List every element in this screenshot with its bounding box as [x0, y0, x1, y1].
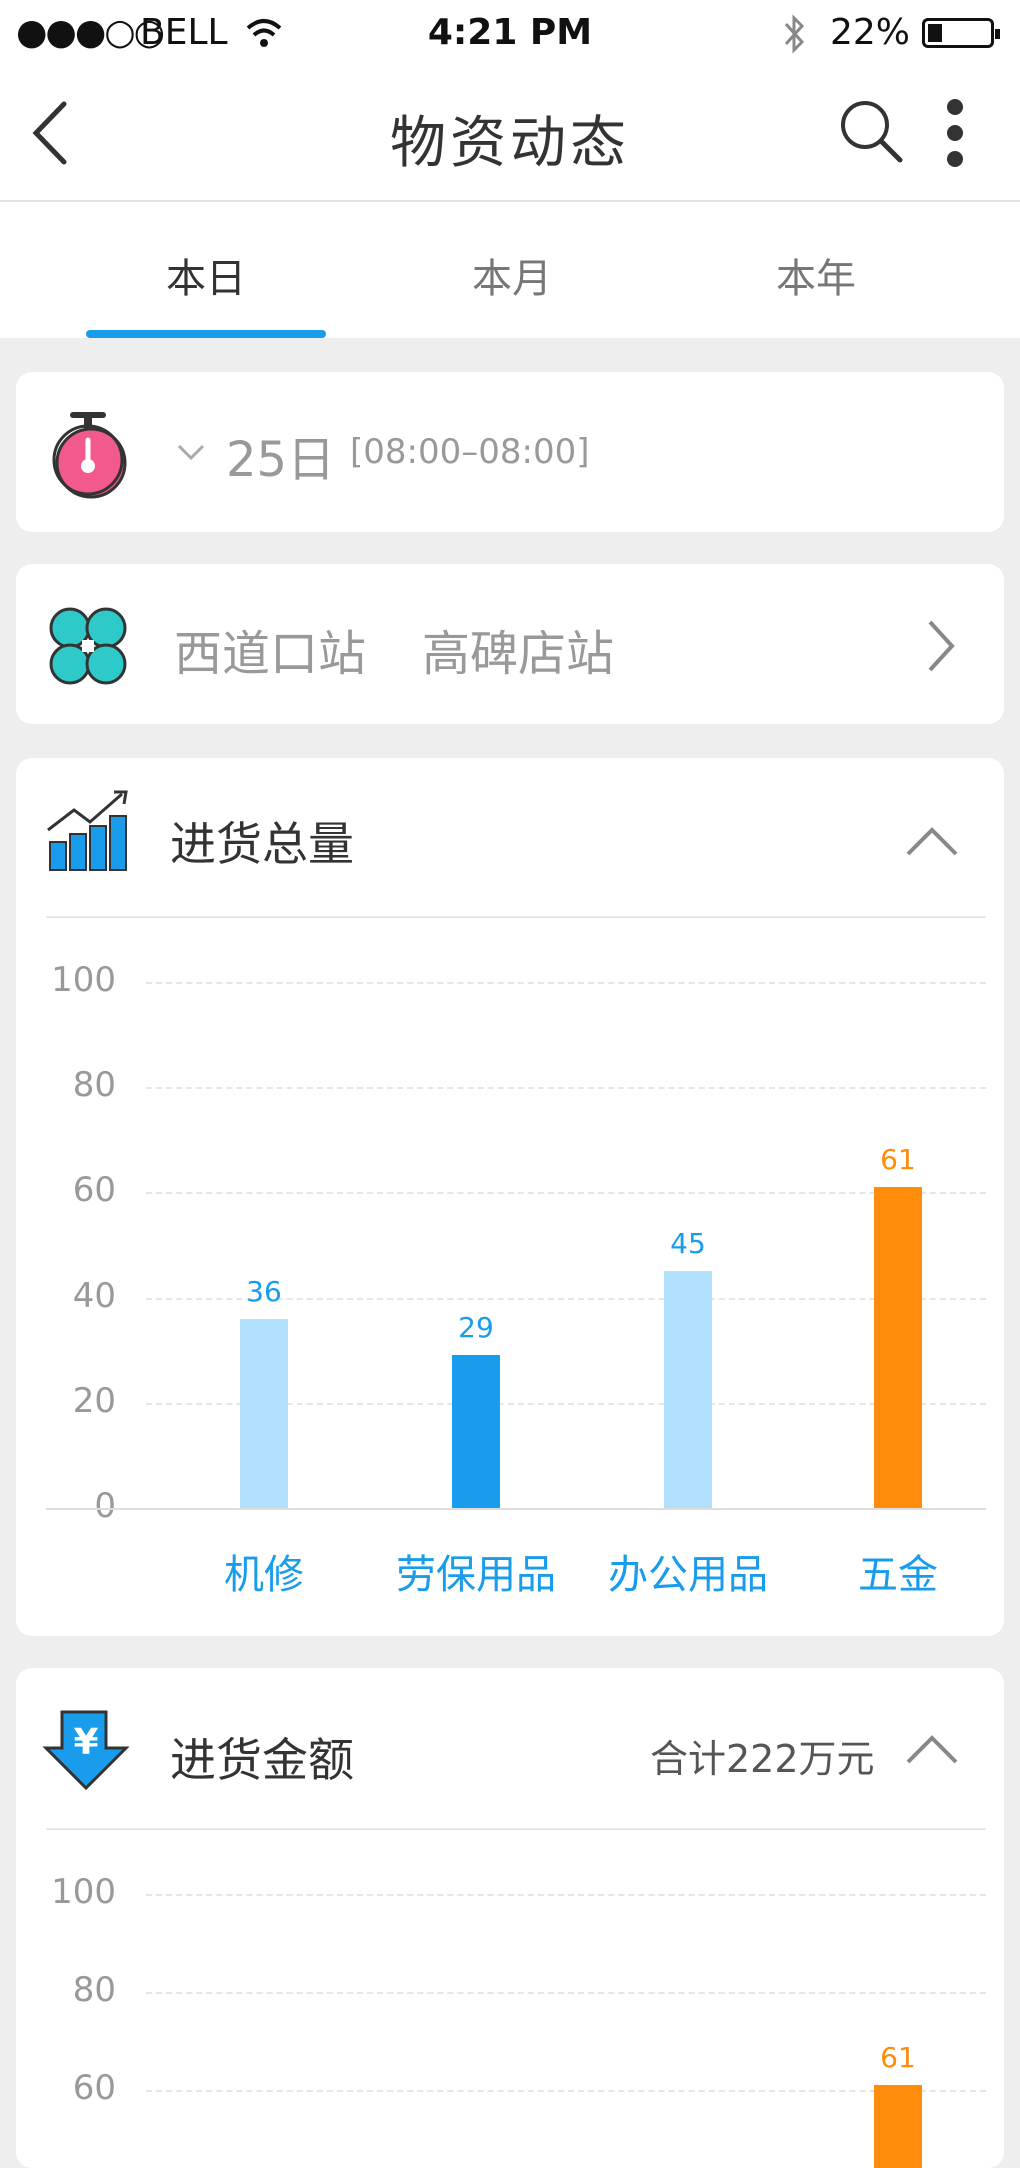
date-day: 25日 [226, 432, 336, 488]
tab-today[interactable]: 本日 [106, 246, 306, 304]
bar[interactable] [874, 1187, 922, 1508]
more-menu-icon[interactable] [940, 98, 970, 168]
status-bar: ●●●○○ BELL 4:21 PM 22% [0, 0, 1020, 68]
grid-line [146, 1894, 986, 1896]
bar[interactable] [452, 1355, 500, 1508]
tab-month[interactable]: 本月 [412, 246, 612, 304]
navigation-bar: 物资动态 [0, 68, 1020, 202]
chevron-right-icon[interactable] [924, 618, 958, 674]
station-item-1[interactable]: 西道口站 [174, 614, 366, 684]
purchase-amount-chart: 100 80 60 61 [16, 1668, 1004, 2168]
y-tick-label: 80 [72, 1065, 116, 1106]
purchase-volume-card: 进货总量 0 20 40 60 80 100 36 机修 29 劳保用品 45 办公用品 61 五金 [16, 758, 1004, 1636]
x-category-label: 办公用品 [608, 1552, 768, 1598]
bar[interactable] [874, 2085, 922, 2168]
clover-icon [49, 607, 127, 685]
y-tick-label: 100 [51, 960, 116, 1000]
y-tick-label: 60 [72, 2068, 116, 2108]
y-tick-label: 20 [72, 1380, 116, 1421]
y-tick-label: 100 [51, 1872, 116, 1912]
period-tabs: 本日 本月 本年 [0, 202, 1020, 338]
y-tick-label: 0 [94, 1486, 116, 1526]
purchase-volume-chart: 0 20 40 60 80 100 36 机修 29 劳保用品 45 办公用品 61 五金 [16, 758, 1004, 1636]
x-axis [46, 1508, 986, 1510]
x-category-label: 劳保用品 [396, 1552, 556, 1598]
x-category-label: 机修 [224, 1552, 304, 1598]
purchase-amount-card: ¥ 进货金额 合计222万元 100 80 60 61 [16, 1668, 1004, 2168]
grid-line [146, 982, 986, 984]
bar-value-label: 45 [670, 1227, 706, 1261]
date-filter-card[interactable]: 25日 [08:00–08:00] [16, 372, 1004, 532]
grid-line [146, 1087, 986, 1090]
chevron-down-icon [177, 444, 205, 461]
y-tick-label: 40 [72, 1275, 116, 1316]
search-icon[interactable] [838, 98, 904, 164]
tab-year[interactable]: 本年 [716, 246, 916, 304]
y-tick-label: 80 [72, 1970, 116, 2010]
battery-icon [922, 18, 1000, 48]
battery-percent: 22% [830, 12, 911, 53]
stopwatch-icon [52, 412, 127, 499]
x-category-label: 五金 [858, 1552, 938, 1598]
station-item-2[interactable]: 高碑店站 [422, 614, 614, 684]
tab-active-indicator [86, 330, 326, 338]
grid-line [146, 2090, 986, 2092]
bar-value-label: 36 [246, 1274, 282, 1308]
station-selector-card[interactable]: 西道口站 高碑店站 [16, 564, 1004, 724]
y-tick-label: 60 [72, 1170, 116, 1211]
date-range: [08:00–08:00] [350, 432, 590, 472]
grid-line [146, 1192, 986, 1195]
bar-value-label: 61 [880, 1143, 916, 1177]
grid-line [146, 1992, 986, 1994]
bar-value-label: 61 [880, 2041, 916, 2075]
bar[interactable] [240, 1318, 288, 1508]
bluetooth-icon [784, 14, 805, 54]
bar[interactable] [664, 1271, 712, 1508]
bar-value-label: 29 [458, 1311, 494, 1345]
